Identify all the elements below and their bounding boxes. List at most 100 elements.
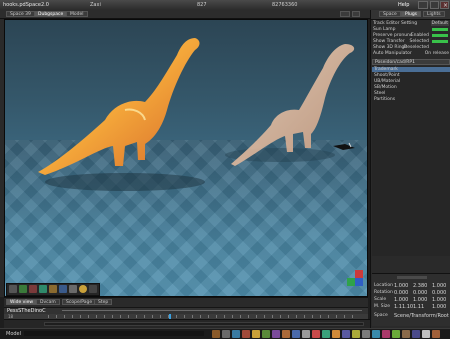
shelf-icon-1[interactable] [212,330,220,338]
list-item[interactable]: Shoot/Point [374,73,400,78]
timeline-scrollbar[interactable] [44,322,364,326]
shelf-icon-14[interactable] [342,330,350,338]
space-value[interactable]: Scene/Transform/Root [394,313,449,319]
panel-tab-row: Space Plugs Lights [371,10,450,20]
shelf-icon-2[interactable] [222,330,230,338]
3d-viewport[interactable] [4,19,368,297]
timeline-tab-wide[interactable]: Wide view [6,299,38,305]
msize-x[interactable]: 1.11.10 [394,304,413,310]
timeline-track[interactable]: PessSTheDinoC [4,307,368,314]
render-tool-icon[interactable] [79,285,87,293]
panel-tab-space[interactable]: Space [379,11,401,17]
shelf-icon-19[interactable] [392,330,400,338]
timeline-tab-dvcam[interactable]: Dvcam [36,299,60,305]
sun-lamp-toggle[interactable] [432,28,448,31]
preserve-label: Preserve pronunc [373,33,413,38]
shelf-icon-6[interactable] [262,330,270,338]
app-title: hooks.pdSpace2.0 [3,2,49,8]
shelf-icon-17[interactable] [372,330,380,338]
view-tab-row: Space 39 Dubgspace Model [0,10,370,19]
close-button[interactable]: × [440,1,449,9]
track-editor-value[interactable]: Default [430,21,449,26]
tab-space[interactable]: Space 39 [6,11,35,17]
tab-dubgspace[interactable]: Dubgspace [34,11,68,17]
shelf-icon-15[interactable] [352,330,360,338]
tab-model[interactable]: Model [66,11,88,17]
list-item[interactable]: Partitions [374,97,395,102]
location-z[interactable]: 1.000 [432,283,446,289]
list-item[interactable]: Steel [374,91,385,96]
move-tool-icon[interactable] [9,285,17,293]
shelf-icon-12[interactable] [322,330,330,338]
shelf-icon-3[interactable] [232,330,240,338]
view-menu-button[interactable] [340,11,350,17]
shelf-icon-13[interactable] [332,330,340,338]
shelf-icon-16[interactable] [362,330,370,338]
paint-tool-icon[interactable] [49,285,57,293]
space-label: Space [374,313,388,318]
help-label[interactable]: Help [398,2,409,8]
camera-tool-icon[interactable] [59,285,67,293]
timeline-tab-step[interactable]: Step [94,299,113,305]
msize-z[interactable]: 1.000 [432,304,446,310]
scale-x[interactable]: 1.000 [394,297,408,303]
shelf-icon-10[interactable] [302,330,310,338]
status-label: Model [6,331,22,337]
timeline-tab-scope[interactable]: Scope/Page [62,299,97,305]
shelf-icon-7[interactable] [272,330,280,338]
shelf-icon-21[interactable] [412,330,420,338]
outliner-header-label: Poseidon/cad/RP1 [375,60,415,65]
settings-tool-icon[interactable] [89,285,97,293]
select-tool-icon[interactable] [39,285,47,293]
scale-z[interactable]: 1.000 [432,297,446,303]
view-options-button[interactable] [352,11,360,17]
rotation-x[interactable]: 0.000 [394,290,408,296]
shelf-icon-23[interactable] [432,330,440,338]
scale-y[interactable]: 1.000 [413,297,427,303]
list-item[interactable]: UB/Material [374,79,400,84]
preserve-value[interactable]: Enabled [411,33,429,38]
location-y[interactable]: 2.380 [413,283,427,289]
auto-manip-value[interactable]: On release [425,51,449,56]
list-item[interactable]: Trademark [372,67,450,72]
shelf-icon-4[interactable] [242,330,250,338]
viewport-toolbar [6,283,100,296]
dino-left-shadow [45,173,205,191]
track-editor-label: Track Editor Setting [373,21,418,26]
maximize-button[interactable] [430,1,439,9]
rotation-z[interactable]: 0.000 [432,290,446,296]
scene-svg [38,38,355,191]
shelf-icon-8[interactable] [282,330,290,338]
show-transfer-toggle[interactable] [432,40,448,43]
transform-slider[interactable] [397,276,427,279]
shelf-icon-11[interactable] [312,330,320,338]
msize-y[interactable]: 1.11 [413,304,424,310]
shelf-icon-5[interactable] [252,330,260,338]
sun-lamp-label: Sun Lamp [373,27,396,32]
dino-left[interactable] [38,38,200,175]
scale-tool-icon[interactable] [29,285,37,293]
location-x[interactable]: 1.000 [394,283,408,289]
outliner-header[interactable]: Poseidon/cad/RP1 [372,59,450,65]
preserve-toggle[interactable] [432,34,448,37]
show-transfer-label: Show Transfer [373,39,405,44]
shelf-icon-18[interactable] [382,330,390,338]
close-icon: × [443,2,449,9]
panel-tab-lights[interactable]: Lights [423,11,445,17]
transform-block: Location 1.000 2.380 1.000 Rotation 0.00… [372,273,450,326]
object-id: 82763360 [272,2,298,8]
scale-label: Scale [374,297,387,302]
rotate-tool-icon[interactable] [19,285,27,293]
shelf-icon-20[interactable] [402,330,410,338]
axis-gizmo[interactable] [347,270,363,286]
shelf-icon-9[interactable] [292,330,300,338]
minimize-button[interactable] [418,1,428,9]
show-transfer-value[interactable]: Selected [409,39,429,44]
show-rings-value[interactable]: Deselected [404,45,429,50]
panel-tab-plugs[interactable]: Plugs [401,11,422,17]
list-item[interactable]: SB/Motion [374,85,397,90]
dino-right[interactable] [231,44,355,166]
rotation-y[interactable]: 0.000 [413,290,427,296]
shelf-icon-22[interactable] [422,330,430,338]
light-tool-icon[interactable] [69,285,77,293]
